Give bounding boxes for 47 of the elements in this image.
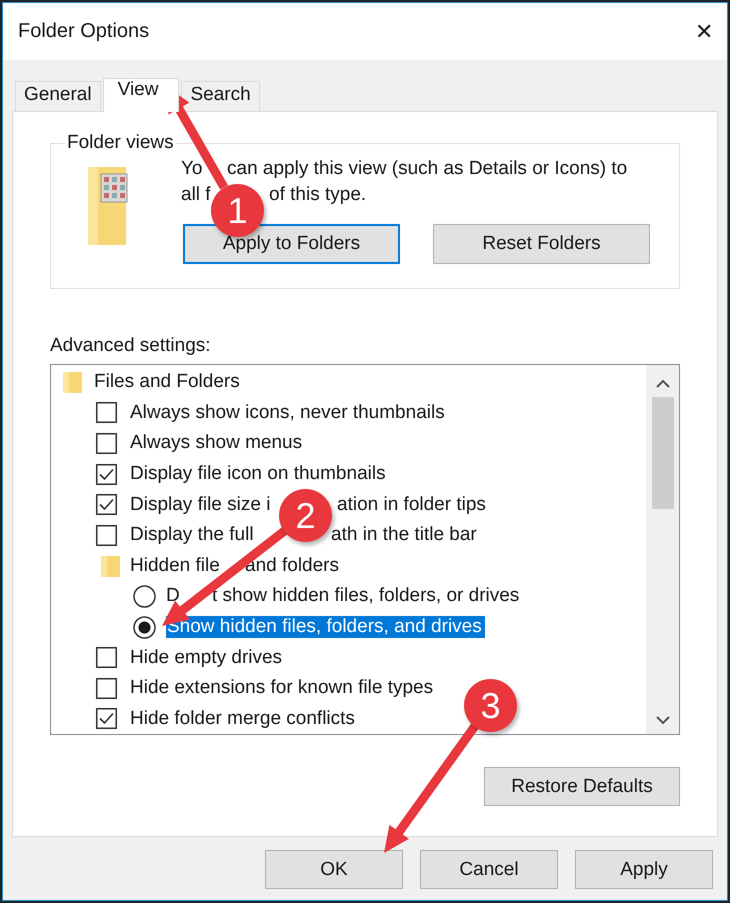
description-text: can apply this view (such as Details or Icons) to <box>227 157 628 181</box>
folder-icon <box>100 554 121 578</box>
description-text: all f <box>181 184 211 205</box>
setting-label[interactable]: Hide folder merge conflicts <box>130 708 355 730</box>
group-legend: Folder views <box>65 132 176 154</box>
window-title: Folder Options <box>18 20 150 43</box>
setting-label[interactable]: Hide empty drives <box>130 646 282 669</box>
checkbox[interactable] <box>96 432 117 454</box>
checkbox[interactable] <box>96 524 117 546</box>
setting-label[interactable]: ath in the title bar <box>331 524 477 546</box>
checkbox[interactable] <box>96 494 117 516</box>
checkbox[interactable] <box>96 708 117 730</box>
section-label: Advanced settings: <box>50 335 212 357</box>
folder-button[interactable]: Apply to Folders <box>183 224 400 264</box>
checkbox[interactable] <box>96 464 117 485</box>
folder-icon <box>62 370 83 394</box>
setting-label[interactable]: Display file icon on thumbnails <box>130 463 386 486</box>
scroll-down-icon[interactable] <box>656 716 670 725</box>
dialog-button[interactable]: Cancel <box>420 850 558 889</box>
tab[interactable]: General <box>15 81 101 111</box>
scrollbar[interactable] <box>646 365 679 734</box>
setting-label[interactable]: Always show menus <box>130 432 302 454</box>
restore-defaults-button[interactable]: Restore Defaults <box>484 767 680 806</box>
description-text: Yo <box>181 158 202 179</box>
radio-button[interactable] <box>133 584 156 608</box>
setting-label[interactable]: D <box>166 585 180 606</box>
setting-label[interactable]: ation in folder tips <box>337 494 486 516</box>
close-button[interactable]: ✕ <box>695 18 713 44</box>
dialog-button[interactable]: OK <box>265 850 403 889</box>
checkbox[interactable] <box>96 678 117 699</box>
setting-label[interactable]: Hide extensions for known file types <box>130 677 434 700</box>
scroll-thumb[interactable] <box>652 397 674 509</box>
dialog-button[interactable]: Apply <box>575 850 713 889</box>
setting-label[interactable]: Hidden file <box>130 554 220 576</box>
setting-label[interactable]: Files and Folders <box>94 371 240 394</box>
folder-button[interactable]: Reset Folders <box>433 224 650 264</box>
tab[interactable]: Search <box>181 81 260 111</box>
setting-label[interactable]: Always show icons, never thumbnails <box>130 402 445 424</box>
description-text: of this type. <box>269 183 366 207</box>
setting-label[interactable]: Display file size i <box>130 494 270 515</box>
setting-label[interactable]: Display the full <box>130 524 254 546</box>
checkbox[interactable] <box>96 647 117 668</box>
tab[interactable]: View <box>102 78 180 112</box>
folder-view-icon <box>87 166 129 246</box>
checkbox[interactable] <box>96 402 117 424</box>
scroll-up-icon[interactable] <box>656 379 670 388</box>
radio-button[interactable] <box>133 616 156 639</box>
